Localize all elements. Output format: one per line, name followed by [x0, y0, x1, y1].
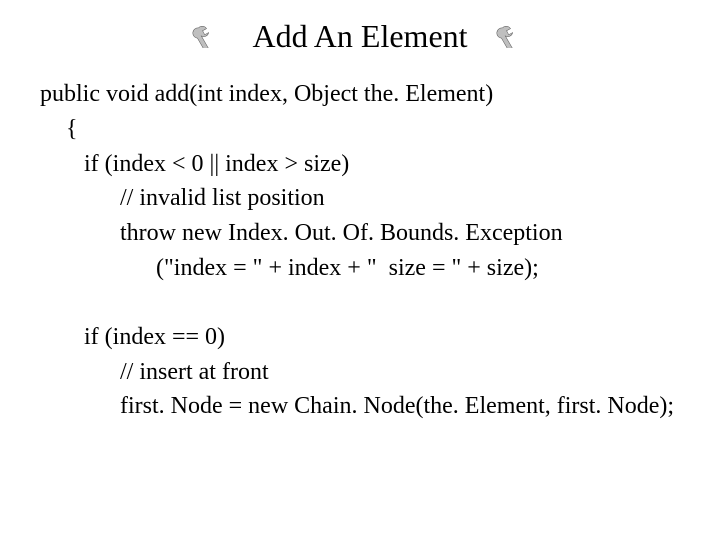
code-line: first. Node = new Chain. Node(the. Eleme…	[40, 389, 680, 424]
code-line: ("index = " + index + " size = " + size)…	[40, 251, 680, 286]
code-line: throw new Index. Out. Of. Bounds. Except…	[40, 216, 680, 251]
code-line: if (index < 0 || index > size)	[40, 147, 680, 182]
slide-title: Add An Element	[252, 18, 467, 55]
code-line: if (index == 0)	[40, 320, 680, 355]
wrench-icon	[496, 26, 528, 48]
wrench-icon	[192, 26, 224, 48]
code-block: public void add(int index, Object the. E…	[40, 77, 680, 424]
code-line: public void add(int index, Object the. E…	[40, 77, 680, 112]
code-line: // invalid list position	[40, 181, 680, 216]
code-line: {	[40, 112, 680, 147]
code-line: // insert at front	[40, 355, 680, 390]
title-row: Add An Element	[40, 18, 680, 55]
slide: Add An Element public void add(int index…	[0, 0, 720, 540]
blank-line	[40, 286, 680, 320]
